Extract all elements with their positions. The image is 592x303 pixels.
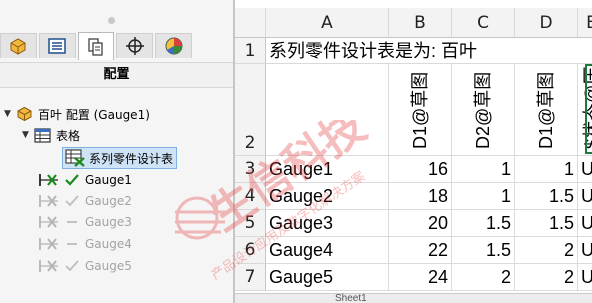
tab-dimxpert-manager[interactable] (116, 33, 154, 58)
parameter-header-text: D2@草图 (473, 71, 493, 149)
config-flag-icon (39, 174, 58, 186)
value-cell[interactable]: 16 (389, 156, 452, 183)
value-cell[interactable]: 2 (452, 264, 515, 291)
value-cell[interactable]: 1 (452, 156, 515, 183)
value-cell[interactable]: 1 (452, 183, 515, 210)
panel-grip[interactable] (108, 17, 115, 24)
design-table-icon (65, 149, 85, 167)
state-cell[interactable]: U (578, 183, 592, 210)
config-label: Gauge2 (85, 194, 132, 208)
value-cell[interactable]: 1.5 (515, 210, 578, 237)
tree-item-config[interactable]: Gauge4 (38, 234, 132, 254)
state-cell[interactable]: U (578, 264, 592, 291)
sheet-tab[interactable]: Sheet1 (335, 293, 367, 303)
tables-folder-icon (34, 127, 51, 143)
config-label: Gauge1 (85, 173, 132, 187)
column-header-d[interactable]: D (515, 8, 578, 38)
column-header-c[interactable]: C (452, 8, 515, 38)
value-cell[interactable]: 1.5 (515, 183, 578, 210)
tree-root[interactable]: ▼ 百叶 配置 (Gauge1) (4, 104, 150, 124)
sheet-tab-bar: Sheet1 (235, 293, 592, 303)
feature-manager-panel: 配置 ▼ 百叶 配置 (Gauge1) ▼ 表格 系列零件设计表 Gauge1 … (0, 0, 233, 303)
dash-icon (67, 221, 77, 223)
parameter-header-cell[interactable]: D1@草图 (389, 64, 452, 156)
cell-a2[interactable] (266, 64, 389, 156)
parameter-header-cell[interactable]: D1@草图 (515, 64, 578, 156)
config-name-cell[interactable]: Gauge4 (266, 237, 389, 264)
value-cell[interactable]: 1.5 (452, 237, 515, 264)
value-cell[interactable]: 20 (389, 210, 452, 237)
parameter-header-cell[interactable]: D2@草图 (452, 64, 515, 156)
display-manager-icon (165, 37, 183, 55)
parameter-header-text: D1@草图 (536, 71, 556, 149)
value-cell[interactable]: 1.5 (452, 210, 515, 237)
tab-feature-manager[interactable] (0, 33, 37, 58)
config-label: Gauge4 (85, 237, 132, 251)
row-header-3[interactable]: 3 (235, 156, 266, 183)
config-flag-icon (39, 260, 58, 272)
tree-item-config[interactable]: Gauge2 (38, 191, 132, 211)
column-header-b[interactable]: B (389, 8, 452, 38)
design-table-label: 系列零件设计表 (89, 151, 174, 166)
config-name-cell[interactable]: Gauge5 (266, 264, 389, 291)
row-header-6[interactable]: 6 (235, 237, 266, 264)
design-table-title-cell[interactable]: 系列零件设计表是为: 百叶 (266, 38, 592, 64)
active-cell-outline (585, 64, 592, 154)
manager-tab-bar (0, 32, 194, 60)
checkmark-icon (65, 174, 79, 186)
config-name-cell[interactable]: Gauge1 (266, 156, 389, 183)
config-flag-icon (39, 195, 58, 207)
tree-item-design-table[interactable]: 系列零件设计表 (62, 147, 178, 169)
tree-item-config[interactable]: Gauge1 (38, 170, 132, 190)
root-config-label: 百叶 配置 (Gauge1) (38, 107, 150, 122)
value-cell[interactable]: 18 (389, 183, 452, 210)
row-header-4[interactable]: 4 (235, 183, 266, 210)
configuration-manager-icon (88, 37, 103, 56)
state-cell[interactable]: U (578, 156, 592, 183)
value-cell[interactable]: 1 (515, 156, 578, 183)
config-flag-icon (39, 216, 58, 228)
tab-display-manager[interactable] (155, 33, 192, 58)
config-name-cell[interactable]: Gauge2 (266, 183, 389, 210)
dimxpert-icon (125, 37, 144, 55)
column-header-a[interactable]: A (266, 8, 389, 38)
design-table-spreadsheet: A B C D E 1 2 3 4 5 6 7 系列零件设计表是为: 百叶 D1… (235, 0, 592, 303)
checkmark-icon (65, 260, 79, 272)
tab-property-manager[interactable] (38, 33, 76, 58)
config-flag-icon (39, 238, 58, 250)
tree-item-config[interactable]: Gauge5 (38, 256, 132, 276)
expand-arrow-icon[interactable]: ▼ (22, 130, 34, 140)
row-header-2[interactable]: 2 (235, 64, 266, 156)
parameter-header-text: D1@草图 (410, 71, 430, 149)
tables-label: 表格 (56, 128, 81, 143)
property-manager-icon (48, 38, 66, 54)
column-header-e[interactable]: E (578, 8, 592, 38)
row-header-5[interactable]: 5 (235, 210, 266, 237)
config-label: Gauge3 (85, 215, 132, 229)
expand-arrow-icon[interactable]: ▼ (4, 109, 16, 119)
dash-icon (67, 243, 77, 245)
tab-configuration-manager[interactable] (77, 32, 115, 60)
config-name-cell[interactable]: Gauge3 (266, 210, 389, 237)
row-header-1[interactable]: 1 (235, 38, 266, 64)
tree-tables-folder[interactable]: ▼ 表格 (22, 125, 80, 145)
value-cell[interactable]: 22 (389, 237, 452, 264)
value-cell[interactable]: 2 (515, 237, 578, 264)
select-all-corner[interactable] (235, 8, 266, 38)
tree-item-config[interactable]: Gauge3 (38, 212, 132, 232)
panel-title: 配置 (0, 62, 233, 88)
row-header-7[interactable]: 7 (235, 264, 266, 291)
value-cell[interactable]: 24 (389, 264, 452, 291)
checkmark-icon (65, 195, 79, 207)
state-cell[interactable]: U (578, 237, 592, 264)
part-features-icon (10, 38, 26, 55)
value-cell[interactable]: 2 (515, 264, 578, 291)
part-icon (17, 106, 32, 122)
config-label: Gauge5 (85, 259, 132, 273)
state-cell[interactable]: U (578, 210, 592, 237)
